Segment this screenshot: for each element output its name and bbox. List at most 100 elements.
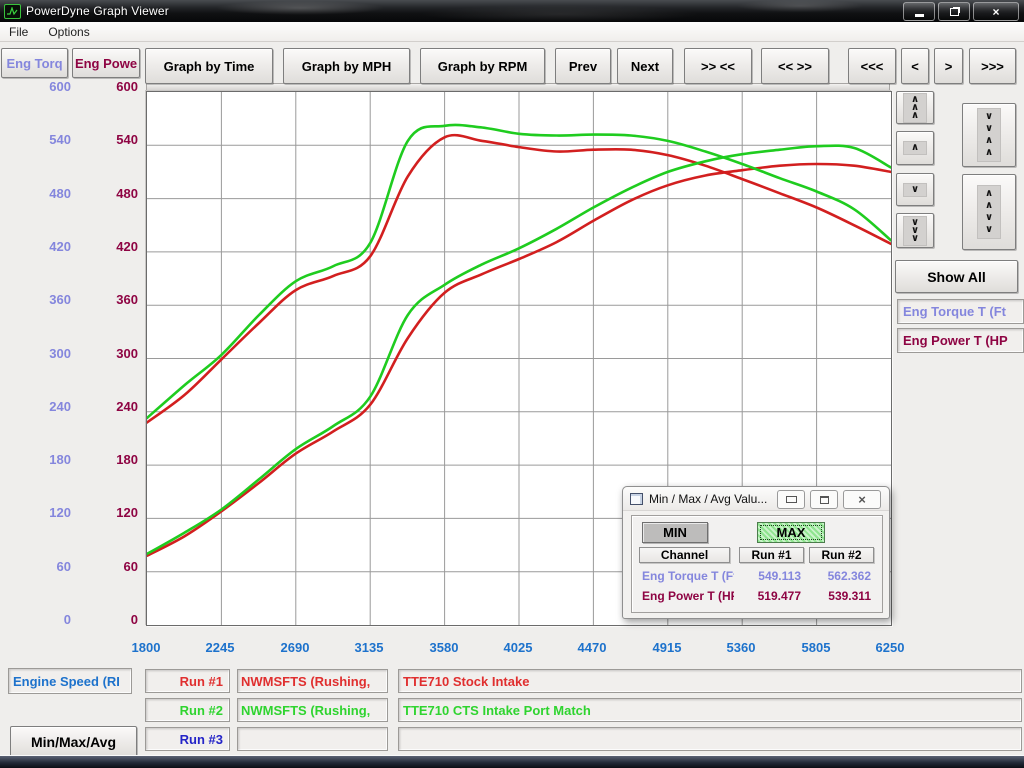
y-axis-tick-torque: 360 — [3, 292, 71, 307]
run-comment-box — [398, 727, 1022, 751]
x-axis-tick: 2245 — [185, 640, 255, 655]
range-out-button[interactable]: << >> — [761, 48, 829, 84]
run-description-box: NWMSFTS (Rushing, — [237, 669, 388, 693]
axis-button-torque[interactable]: Eng Torq — [1, 48, 68, 78]
nav-chevron-converge-vertical-button[interactable]: ∨∨∧∧ — [962, 103, 1016, 167]
chevron-converge-vertical: ∨∨∧∧ — [977, 108, 1001, 162]
run-description-box: NWMSFTS (Rushing, — [237, 698, 388, 722]
y-axis-tick-power: 240 — [73, 399, 138, 414]
run-comment-box: TTE710 Stock Intake — [398, 669, 1022, 693]
minmax-minimize-button[interactable] — [777, 490, 805, 509]
minmax-maximize-button[interactable] — [810, 490, 838, 509]
y-axis-tick-torque: 0 — [3, 612, 71, 627]
column-header-run2[interactable]: Run #2 — [809, 547, 874, 563]
y-axis-tick-power: 360 — [73, 292, 138, 307]
y-axis-tick-power: 60 — [73, 559, 138, 574]
y-axis-tick-torque: 120 — [3, 505, 71, 520]
column-header-run1[interactable]: Run #1 — [739, 547, 804, 563]
minmax-avg-button[interactable]: Min/Max/Avg — [10, 726, 137, 758]
menu-item-file[interactable]: File — [9, 25, 28, 39]
y-axis-tick-power: 540 — [73, 132, 138, 147]
column-header-channel[interactable]: Channel — [639, 547, 730, 563]
x-axis-tick: 6250 — [855, 640, 925, 655]
show-all-button[interactable]: Show All — [895, 260, 1018, 293]
maximize-button[interactable] — [938, 2, 970, 21]
minimize-button[interactable] — [903, 2, 935, 21]
y-axis-tick-torque: 240 — [3, 399, 71, 414]
nav-chevron-triple-down-button[interactable]: ∨∨∨ — [896, 213, 934, 248]
min-button[interactable]: MIN — [642, 522, 708, 543]
nav-chevron-diverge-vertical-button[interactable]: ∧∧∨∨ — [962, 174, 1016, 250]
menu-bar: File Options — [0, 22, 1024, 42]
y-axis-tick-power: 600 — [73, 79, 138, 94]
x-axis-tick: 1800 — [111, 640, 181, 655]
plot-top-ridge — [146, 83, 890, 90]
minmax-panel: MIN MAX ChannelRun #1Run #2Eng Torque T … — [631, 515, 883, 613]
minmax-close-button[interactable]: × — [843, 490, 881, 509]
x-axis-tick: 5805 — [781, 640, 851, 655]
chevron-triple-down: ∨∨∨ — [903, 216, 927, 246]
taskbar — [0, 756, 1024, 768]
nav-chevron-up-button[interactable]: ∧ — [896, 131, 934, 165]
y-axis-tick-torque: 180 — [3, 452, 71, 467]
step-back-button[interactable]: < — [901, 48, 929, 84]
nav-chevron-triple-up-button[interactable]: ∧∧∧ — [896, 91, 934, 124]
x-axis-tick: 2690 — [260, 640, 330, 655]
y-axis-tick-power: 420 — [73, 239, 138, 254]
chevron-up: ∧ — [903, 141, 927, 155]
minmax-value-run1: 549.113 — [739, 569, 801, 583]
x-axis-channel-box[interactable]: Engine Speed (RI — [8, 668, 132, 694]
range-in-button[interactable]: >> << — [684, 48, 752, 84]
minmax-value-run1: 519.477 — [739, 589, 801, 603]
graph-by-time-button[interactable]: Graph by Time — [145, 48, 273, 84]
graph-by-rpm-button[interactable]: Graph by RPM — [420, 48, 545, 84]
chevron-down: ∨ — [903, 183, 927, 197]
y-axis-tick-power: 180 — [73, 452, 138, 467]
run-description-box — [237, 727, 388, 751]
y-axis-tick-torque: 600 — [3, 79, 71, 94]
title-bar[interactable]: PowerDyne Graph Viewer × — [0, 0, 1024, 22]
channel-item-torque[interactable]: Eng Torque T (Ft — [897, 299, 1024, 324]
run-label-box: Run #1 — [145, 669, 230, 693]
x-axis-tick: 4025 — [483, 640, 553, 655]
chevron-triple-up: ∧∧∧ — [903, 93, 927, 123]
nav-chevron-down-button[interactable]: ∨ — [896, 173, 934, 206]
graph-by-mph-button[interactable]: Graph by MPH — [283, 48, 410, 84]
x-axis-tick: 4470 — [557, 640, 627, 655]
run-comment-box: TTE710 CTS Intake Port Match — [398, 698, 1022, 722]
minmax-value-run2: 539.311 — [809, 589, 871, 603]
prev-button[interactable]: Prev — [555, 48, 611, 84]
y-axis-tick-torque: 540 — [3, 132, 71, 147]
x-axis-tick: 5360 — [706, 640, 776, 655]
axis-button-power[interactable]: Eng Powe — [72, 48, 140, 78]
x-axis-tick: 3135 — [334, 640, 404, 655]
menu-item-options[interactable]: Options — [48, 25, 89, 39]
minmax-row-channel: Eng Power T (HP) — [642, 589, 734, 603]
go-first-button[interactable]: <<< — [848, 48, 896, 84]
minmax-window-title: Min / Max / Avg Valu... — [649, 492, 767, 506]
y-axis-tick-power: 480 — [73, 186, 138, 201]
run-label-box: Run #3 — [145, 727, 230, 751]
y-axis-tick-torque: 420 — [3, 239, 71, 254]
app-icon — [4, 4, 21, 19]
next-button[interactable]: Next — [617, 48, 673, 84]
chevron-diverge-vertical: ∧∧∨∨ — [977, 185, 1001, 239]
step-forward-button[interactable]: > — [934, 48, 963, 84]
go-last-button[interactable]: >>> — [969, 48, 1016, 84]
y-axis-tick-power: 300 — [73, 346, 138, 361]
minmax-window: Min / Max / Avg Valu... × MIN MAX Channe… — [622, 486, 890, 619]
x-axis-tick: 3580 — [409, 640, 479, 655]
window-title: PowerDyne Graph Viewer — [26, 4, 169, 18]
max-button[interactable]: MAX — [757, 522, 825, 543]
close-button[interactable]: × — [973, 2, 1019, 21]
y-axis-tick-torque: 60 — [3, 559, 71, 574]
channel-item-power[interactable]: Eng Power T (HP — [897, 328, 1024, 353]
minmax-value-run2: 562.362 — [809, 569, 871, 583]
y-axis-tick-power: 0 — [73, 612, 138, 627]
powerdyne-window: PowerDyne Graph Viewer × File Options En… — [0, 0, 1024, 768]
y-axis-tick-torque: 300 — [3, 346, 71, 361]
x-axis-tick: 4915 — [632, 640, 702, 655]
run-label-box: Run #2 — [145, 698, 230, 722]
y-axis-tick-power: 120 — [73, 505, 138, 520]
minmax-window-icon — [630, 493, 643, 505]
